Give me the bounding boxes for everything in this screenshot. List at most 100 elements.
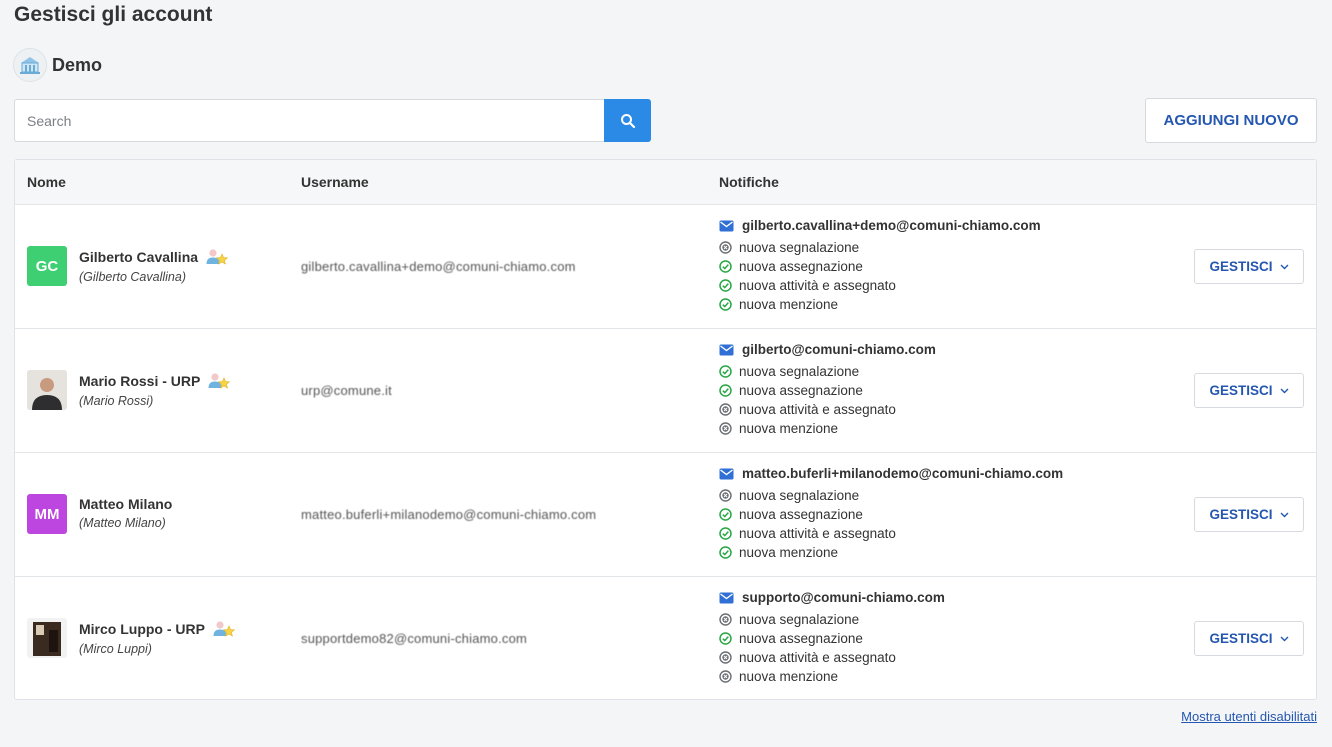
notification-label: nuova segnalazione xyxy=(739,488,860,503)
check-circle-icon xyxy=(719,279,732,292)
manage-button[interactable]: GESTISCI xyxy=(1194,621,1304,656)
search-icon xyxy=(620,113,636,129)
admin-user-star-icon xyxy=(207,372,231,390)
chevron-down-icon xyxy=(1280,388,1289,394)
table-body: GC Gilberto Cavallina (Gilberto Cavallin… xyxy=(15,205,1316,701)
organization-name: Demo xyxy=(52,54,103,75)
avatar xyxy=(27,618,67,658)
notification-label: nuova menzione xyxy=(739,297,839,312)
notification-label: nuova assegnazione xyxy=(739,631,863,646)
notification-item: nuova segnalazione xyxy=(719,238,1041,257)
notification-item: nuova assegnazione xyxy=(719,629,945,648)
check-circle-icon xyxy=(719,298,732,311)
notification-label: nuova menzione xyxy=(739,669,839,684)
notification-item: nuova attività e assegnato xyxy=(719,524,1063,543)
notification-label: nuova segnalazione xyxy=(739,364,860,379)
x-circle-icon xyxy=(719,422,732,435)
notification-list: nuova segnalazione nuova assegnazione nuov… xyxy=(719,362,936,438)
user-full-name: Mirco Luppo - URP xyxy=(79,621,205,637)
notifications-block: supporto@comuni-chiamo.com nuova segnala… xyxy=(719,590,945,686)
x-circle-icon xyxy=(719,241,732,254)
notification-item: nuova menzione xyxy=(719,295,1041,314)
user-display-name: (Gilberto Cavallina) xyxy=(79,270,186,284)
check-circle-icon xyxy=(719,527,732,540)
manage-button[interactable]: GESTISCI xyxy=(1194,373,1304,408)
notifications-block: gilberto.cavallina+demo@comuni-chiamo.co… xyxy=(719,218,1041,314)
notification-label: nuova assegnazione xyxy=(739,259,863,274)
column-header-notifiche: Notifiche xyxy=(719,174,779,190)
notification-label: nuova attività e assegnato xyxy=(739,526,896,541)
manage-button-label: GESTISCI xyxy=(1209,383,1273,398)
user-name-block: Matteo Milano (Matteo Milano) xyxy=(79,496,172,530)
town-hall-icon xyxy=(13,48,47,82)
notification-item: nuova attività e assegnato xyxy=(719,276,1041,295)
notification-item: nuova assegnazione xyxy=(719,381,936,400)
check-circle-icon xyxy=(719,632,732,645)
username: supportdemo82@comuni-chiamo.com xyxy=(301,631,528,646)
table-row: Mario Rossi - URP (Mario Rossi) urp@comu… xyxy=(15,329,1316,453)
check-circle-icon xyxy=(719,384,732,397)
check-circle-icon xyxy=(719,260,732,273)
envelope-icon xyxy=(719,468,742,480)
show-disabled-users-link[interactable]: Mostra utenti disabilitati xyxy=(1181,709,1317,724)
notification-item: nuova assegnazione xyxy=(719,257,1041,276)
chevron-down-icon xyxy=(1280,264,1289,270)
notification-label: nuova assegnazione xyxy=(739,507,863,522)
manage-button[interactable]: GESTISCI xyxy=(1194,497,1304,532)
chevron-down-icon xyxy=(1280,512,1289,518)
check-circle-icon xyxy=(719,508,732,521)
notification-label: nuova menzione xyxy=(739,545,839,560)
user-display-name: (Mirco Luppi) xyxy=(79,642,152,656)
notification-item: nuova menzione xyxy=(719,667,945,686)
search-input[interactable] xyxy=(14,99,604,142)
admin-user-star-icon xyxy=(212,620,236,638)
notification-email-address: supporto@comuni-chiamo.com xyxy=(742,590,945,605)
search-button[interactable] xyxy=(604,99,651,142)
manage-button-label: GESTISCI xyxy=(1209,631,1273,646)
organization-header: Demo xyxy=(13,48,102,82)
table-row: Mirco Luppo - URP (Mirco Luppi) supportd… xyxy=(15,577,1316,701)
check-circle-icon xyxy=(719,365,732,378)
user-name-block: Gilberto Cavallina (Gilberto Cavallina) xyxy=(79,248,229,284)
avatar: MM xyxy=(27,494,67,534)
x-circle-icon xyxy=(719,670,732,683)
username: matteo.buferli+milanodemo@comuni-chiamo.… xyxy=(301,507,597,522)
envelope-icon xyxy=(719,592,742,604)
column-header-username: Username xyxy=(301,174,369,190)
table-row: GC Gilberto Cavallina (Gilberto Cavallin… xyxy=(15,205,1316,329)
notification-item: nuova segnalazione xyxy=(719,610,945,629)
user-display-name: (Mario Rossi) xyxy=(79,394,154,408)
notification-item: nuova menzione xyxy=(719,543,1063,562)
notification-email-address: gilberto@comuni-chiamo.com xyxy=(742,342,936,357)
user-full-name: Gilberto Cavallina xyxy=(79,249,199,265)
user-full-name: Matteo Milano xyxy=(79,496,173,512)
avatar: GC xyxy=(27,246,67,286)
admin-user-star-icon xyxy=(205,248,229,266)
manage-button-label: GESTISCI xyxy=(1209,507,1273,522)
notification-item: nuova attività e assegnato xyxy=(719,400,936,419)
check-circle-icon xyxy=(719,546,732,559)
notification-item: nuova segnalazione xyxy=(719,486,1063,505)
notification-email: gilberto.cavallina+demo@comuni-chiamo.co… xyxy=(719,218,1041,233)
manage-button-label: GESTISCI xyxy=(1209,259,1273,274)
notifications-block: gilberto@comuni-chiamo.com nuova segnala… xyxy=(719,342,936,438)
table-header: Nome Username Notifiche xyxy=(15,160,1316,205)
username: gilberto.cavallina+demo@comuni-chiamo.co… xyxy=(301,259,576,274)
x-circle-icon xyxy=(719,613,732,626)
username: urp@comune.it xyxy=(301,383,392,398)
notification-item: nuova assegnazione xyxy=(719,505,1063,524)
x-circle-icon xyxy=(719,489,732,502)
notification-email: supporto@comuni-chiamo.com xyxy=(719,590,945,605)
add-new-button[interactable]: AGGIUNGI NUOVO xyxy=(1145,98,1317,143)
notification-list: nuova segnalazione nuova assegnazione nuov… xyxy=(719,486,1063,562)
notification-label: nuova attività e assegnato xyxy=(739,402,896,417)
notification-label: nuova attività e assegnato xyxy=(739,278,896,293)
manage-button[interactable]: GESTISCI xyxy=(1194,249,1304,284)
notification-label: nuova menzione xyxy=(739,421,839,436)
notification-label: nuova assegnazione xyxy=(739,383,863,398)
notification-item: nuova attività e assegnato xyxy=(719,648,945,667)
user-full-name: Mario Rossi - URP xyxy=(79,373,201,389)
page-title: Gestisci gli account xyxy=(14,3,213,26)
user-display-name: (Matteo Milano) xyxy=(79,516,166,530)
notification-email-address: gilberto.cavallina+demo@comuni-chiamo.co… xyxy=(742,218,1041,233)
